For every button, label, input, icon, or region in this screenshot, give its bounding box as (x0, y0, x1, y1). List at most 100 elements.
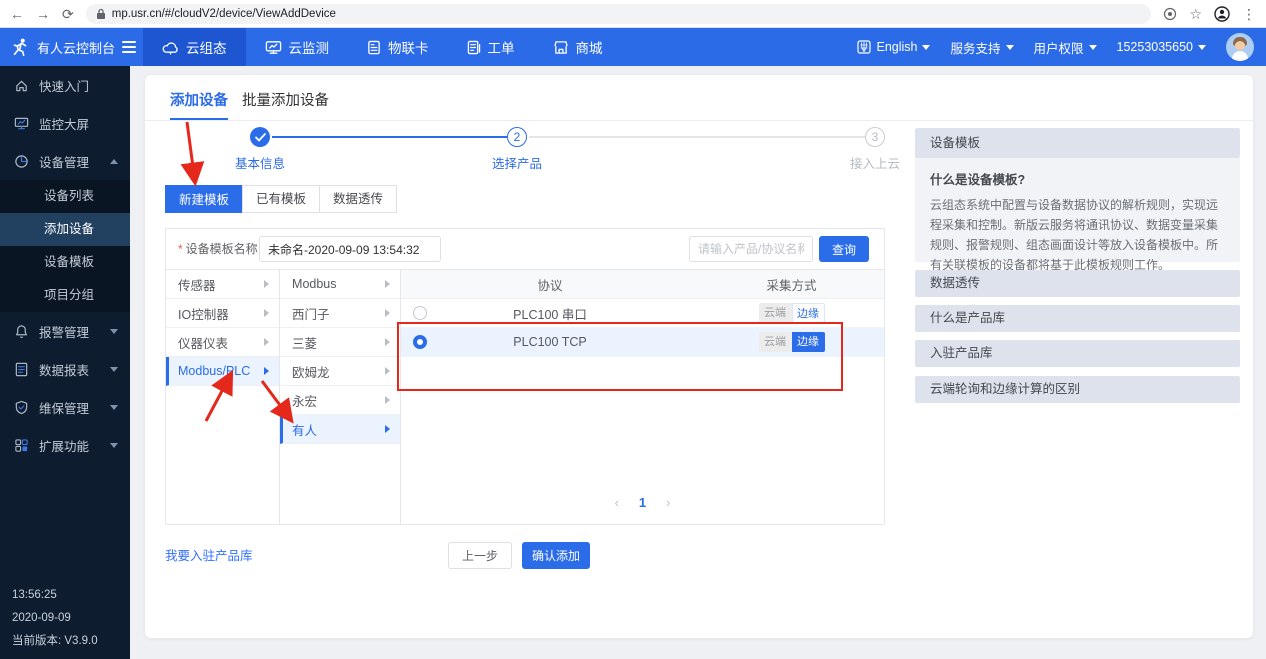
sidebar-item-alarm-management[interactable]: 报警管理 (0, 312, 130, 350)
category-sensor[interactable]: 传感器 (166, 270, 279, 299)
version-label: 当前版本: V3.9.0 (12, 630, 98, 653)
template-name-input[interactable] (259, 236, 441, 262)
expand-down-icon (110, 405, 118, 410)
faq-device-template-content: 什么是设备模板? 云组态系统中配置与设备数据协议的解析规则，实现远程采集和控制。… (915, 158, 1240, 262)
mode-edge-button[interactable]: 边缘 (792, 303, 825, 323)
category-instrument[interactable]: 仪器仪表 (166, 328, 279, 357)
nav-item-mall[interactable]: 商城 (534, 28, 622, 66)
bell-icon (14, 324, 29, 339)
sidebar-item-add-device[interactable]: 添加设备 (0, 213, 130, 246)
search-input[interactable] (689, 236, 813, 262)
protocol-row-plc100-tcp[interactable]: PLC100 TCP 云端 边缘 (401, 328, 884, 357)
sidebar-item-monitor-screen[interactable]: 监控大屏 (0, 104, 130, 142)
step-connector-pending (529, 136, 865, 138)
bookmark-star-icon[interactable]: ☆ (1189, 7, 1202, 21)
query-button[interactable]: 查询 (819, 236, 869, 262)
brand-fatek[interactable]: 永宏 (280, 386, 400, 415)
shield-icon (14, 400, 29, 415)
sidebar-item-project-group[interactable]: 项目分组 (0, 279, 130, 312)
mode-cloud-button[interactable]: 云端 (759, 303, 792, 323)
collapse-up-icon (110, 159, 118, 164)
brand-omron[interactable]: 欧姆龙 (280, 357, 400, 386)
chevron-right-icon (264, 280, 269, 288)
brand-siemens[interactable]: 西门子 (280, 299, 400, 328)
chevron-down-icon (1006, 45, 1014, 50)
nav-item-work-order[interactable]: 工单 (448, 28, 534, 66)
previous-step-button[interactable]: 上一步 (448, 542, 512, 569)
faq-device-template[interactable]: 设备模板 (915, 128, 1240, 158)
sidebar-item-quick-start[interactable]: 快速入门 (0, 66, 130, 104)
chevron-down-icon (922, 45, 930, 50)
pagination-next[interactable]: › (666, 495, 670, 510)
category-modbus-plc[interactable]: Modbus/PLC (166, 357, 279, 386)
account-dropdown[interactable]: 15253035650 (1117, 40, 1206, 54)
work-order-icon (467, 40, 481, 55)
chevron-right-icon (264, 367, 269, 375)
required-mark: * (178, 242, 183, 256)
mode-cloud-button[interactable]: 云端 (759, 332, 792, 352)
chevron-right-icon (385, 338, 390, 346)
nav-item-iot-card[interactable]: 物联卡 (348, 28, 448, 66)
join-product-library-link[interactable]: 我要入驻产品库 (165, 545, 253, 564)
faq-join-product-library[interactable]: 入驻产品库 (915, 340, 1240, 367)
chevron-down-icon (1198, 45, 1206, 50)
avatar[interactable] (1226, 33, 1254, 61)
mall-icon (553, 40, 569, 55)
tab-existing-template[interactable]: 已有模板 (242, 185, 320, 213)
collapse-menu-icon[interactable] (122, 38, 136, 56)
back-icon[interactable]: ← (10, 7, 24, 21)
sidebar-item-maintenance[interactable]: 维保管理 (0, 388, 130, 426)
expand-down-icon (110, 329, 118, 334)
pagination-prev[interactable]: ‹ (615, 495, 619, 510)
sim-card-icon (367, 40, 381, 55)
send-icon[interactable] (1163, 7, 1177, 21)
chevron-down-icon (1089, 45, 1097, 50)
url-bar[interactable]: mp.usr.cn/#/cloudV2/device/ViewAddDevice (86, 4, 1152, 24)
faq-cloud-vs-edge[interactable]: 云端轮询和边缘计算的区别 (915, 376, 1240, 403)
tab-new-template[interactable]: 新建模板 (165, 185, 243, 213)
brand-usr[interactable]: 有人 (280, 415, 400, 444)
faq-data-passthrough[interactable]: 数据透传 (915, 270, 1240, 297)
sidebar-item-extensions[interactable]: 扩展功能 (0, 426, 130, 464)
step-3-connect-cloud: 3 (865, 127, 885, 147)
tab-batch-add-device[interactable]: 批量添加设备 (242, 89, 329, 110)
protocol-row-plc100-serial[interactable]: PLC100 串口 云端 边缘 (401, 299, 884, 328)
main-card: 添加设备 批量添加设备 2 3 基本信息 选择产品 接入上云 新建模板 已有模板… (145, 75, 1253, 638)
category-io-controller[interactable]: IO控制器 (166, 299, 279, 328)
sidebar-item-device-list[interactable]: 设备列表 (0, 180, 130, 213)
brand-mitsubishi[interactable]: 三菱 (280, 328, 400, 357)
collect-mode-toggle: 云端 边缘 (699, 303, 884, 323)
radio-checked[interactable] (413, 335, 427, 349)
sidebar-item-device-template[interactable]: 设备模板 (0, 246, 130, 279)
sidebar: 快速入门 监控大屏 设备管理 设备列表 添加设备 设备模板 项目分组 报警管理 … (0, 66, 130, 659)
sidebar-item-device-management[interactable]: 设备管理 (0, 142, 130, 180)
tab-data-passthrough[interactable]: 数据透传 (319, 185, 397, 213)
template-name-label: *设备模板名称 (178, 229, 258, 269)
check-icon (255, 133, 266, 142)
confirm-add-button[interactable]: 确认添加 (522, 542, 590, 569)
refresh-icon[interactable]: ⟳ (62, 7, 74, 21)
sidebar-item-data-report[interactable]: 数据报表 (0, 350, 130, 388)
pagination-page-1[interactable]: 1 (639, 495, 646, 510)
brand-modbus[interactable]: Modbus (280, 270, 400, 299)
product-picker: *设备模板名称 查询 传感器 IO控制器 仪器仪表 Modbus/PLC Mod… (165, 228, 885, 525)
usr-logo-icon (10, 37, 30, 57)
browser-chrome: ← → ⟳ mp.usr.cn/#/cloudV2/device/ViewAdd… (0, 0, 1266, 28)
template-type-tabs: 新建模板 已有模板 数据透传 (165, 185, 397, 213)
mode-edge-button-selected[interactable]: 边缘 (792, 332, 825, 352)
permission-dropdown[interactable]: 用户权限 (1034, 38, 1097, 57)
nav-item-cloud-monitor[interactable]: 云监测 (246, 28, 349, 66)
forward-icon[interactable]: → (36, 7, 50, 21)
language-dropdown[interactable]: English (857, 40, 930, 54)
chevron-right-icon (385, 280, 390, 288)
radio-unchecked[interactable] (413, 306, 427, 320)
profile-icon[interactable] (1214, 6, 1230, 22)
browser-menu-icon[interactable]: ⋮ (1242, 7, 1256, 21)
protocol-header: 协议 (401, 270, 699, 298)
faq-what-is-product-library[interactable]: 什么是产品库 (915, 305, 1240, 332)
tab-add-device[interactable]: 添加设备 (170, 89, 228, 110)
nav-item-cloud-scada[interactable]: 云组态 (143, 28, 246, 66)
device-submenu: 设备列表 添加设备 设备模板 项目分组 (0, 180, 130, 312)
support-dropdown[interactable]: 服务支持 (950, 38, 1013, 57)
step-connector-done (272, 136, 507, 138)
